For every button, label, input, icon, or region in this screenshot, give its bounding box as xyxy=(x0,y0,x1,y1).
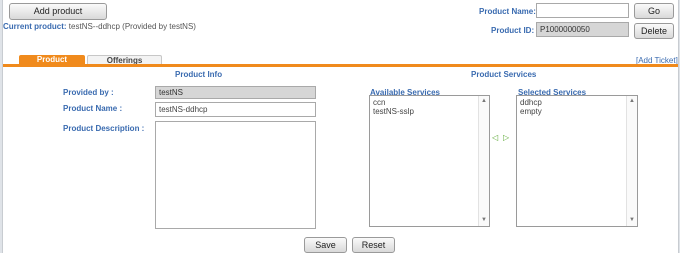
scroll-up-icon[interactable]: ▲ xyxy=(480,97,488,106)
product-description-label: Product Description : xyxy=(63,124,145,133)
product-id-field xyxy=(536,22,629,37)
product-info-heading: Product Info xyxy=(175,70,223,79)
reset-button[interactable]: Reset xyxy=(352,237,395,253)
product-name-search-input[interactable] xyxy=(536,3,629,18)
selected-services-list[interactable]: ddhcp empty ▲ ▼ xyxy=(516,95,638,227)
save-button[interactable]: Save xyxy=(304,237,347,253)
selected-service-item[interactable]: ddhcp xyxy=(520,98,634,107)
scroll-up-icon[interactable]: ▲ xyxy=(628,97,636,106)
add-product-button[interactable]: Add product xyxy=(9,3,107,20)
available-services-scrollbar[interactable]: ▲ ▼ xyxy=(478,96,489,226)
tab-bar-underline xyxy=(3,64,678,67)
selected-services-scrollbar[interactable]: ▲ ▼ xyxy=(626,96,637,226)
provided-by-label: Provided by : xyxy=(63,88,114,97)
product-panel: Add product Product Name: Go Current pro… xyxy=(2,0,679,253)
product-name-label: Product Name : xyxy=(63,104,123,113)
current-product: Current product: testNS--ddhcp (Provided… xyxy=(3,22,196,31)
selected-service-item[interactable]: empty xyxy=(520,107,634,116)
scroll-down-icon[interactable]: ▼ xyxy=(480,216,488,225)
current-product-value: testNS--ddhcp (Provided by testNS) xyxy=(68,22,196,31)
provided-by-field xyxy=(155,86,316,99)
triangle-right-icon[interactable]: ▷ xyxy=(503,133,509,142)
product-name-field[interactable] xyxy=(155,102,316,117)
product-description-textarea[interactable] xyxy=(155,121,316,229)
delete-button[interactable]: Delete xyxy=(634,23,674,39)
scroll-down-icon[interactable]: ▼ xyxy=(628,216,636,225)
product-id-label: Product ID: xyxy=(491,26,535,35)
current-product-label: Current product: xyxy=(3,22,67,31)
available-services-list[interactable]: ccn testNS-sslp ▲ ▼ xyxy=(369,95,490,227)
go-button[interactable]: Go xyxy=(634,3,674,19)
available-service-item[interactable]: ccn xyxy=(373,98,486,107)
product-services-heading: Product Services xyxy=(471,70,537,79)
product-name-search-label: Product Name: xyxy=(479,7,536,16)
available-service-item[interactable]: testNS-sslp xyxy=(373,107,486,116)
triangle-left-icon[interactable]: ◁ xyxy=(492,133,498,142)
